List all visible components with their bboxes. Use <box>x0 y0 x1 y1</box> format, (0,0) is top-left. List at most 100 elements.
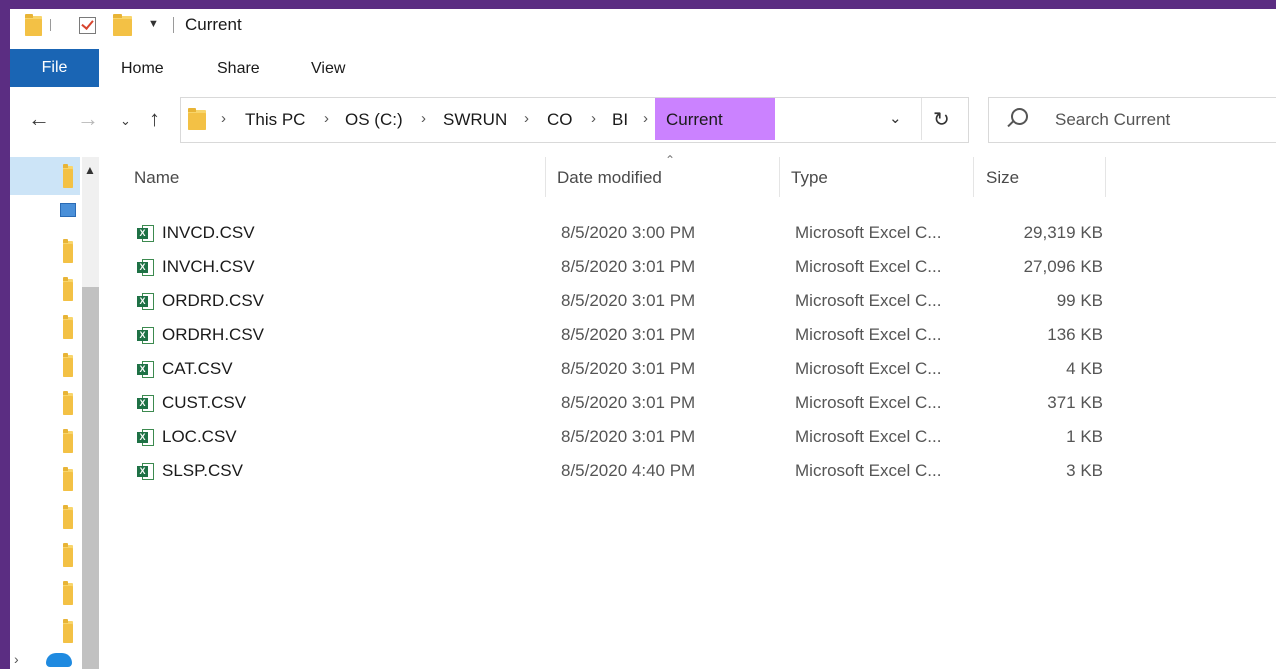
file-date-modified: 8/5/2020 3:01 PM <box>561 427 696 446</box>
arrow-right-icon[interactable]: → <box>77 107 99 131</box>
column-header-date[interactable]: Date modified <box>546 157 779 201</box>
file-name: INVCH.CSV <box>162 257 255 276</box>
quick-access-dropdown-icon[interactable]: ▼ <box>148 18 159 30</box>
folder-icon[interactable] <box>63 543 73 567</box>
new-folder-icon[interactable] <box>113 14 132 36</box>
nav-scrollbar-thumb[interactable] <box>82 287 99 669</box>
folder-icon[interactable] <box>63 277 73 301</box>
arrow-up-icon[interactable]: ↑ <box>149 107 160 131</box>
folder-icon[interactable] <box>63 315 73 339</box>
tab-share[interactable]: Share <box>217 49 260 87</box>
excel-csv-icon: X <box>137 361 154 378</box>
file-date-modified: 8/5/2020 3:00 PM <box>561 223 696 242</box>
file-type: Microsoft Excel C... <box>795 393 942 412</box>
breadcrumb-this-pc[interactable]: This PC <box>245 110 305 130</box>
chevron-right-icon[interactable]: › <box>421 110 426 127</box>
onedrive-cloud-icon[interactable] <box>46 653 72 667</box>
file-row[interactable]: X SLSP.CSV 8/5/2020 4:40 PM Microsoft Excel… <box>105 455 1103 489</box>
excel-csv-icon: X <box>137 259 154 276</box>
file-list: Name ⌃ Date modified Type Size X INVCD.CS… <box>105 153 1276 669</box>
tab-home[interactable]: Home <box>121 49 164 87</box>
file-type: Microsoft Excel C... <box>795 223 942 242</box>
folder-icon[interactable] <box>63 429 73 453</box>
column-date-label: Date modified <box>557 168 662 187</box>
address-divider <box>921 98 922 140</box>
file-date-modified: 8/5/2020 3:01 PM <box>561 257 696 276</box>
address-bar[interactable]: › This PC › OS (C:) › SWRUN › CO › BI › … <box>180 97 969 143</box>
tab-view[interactable]: View <box>311 49 345 87</box>
breadcrumb-swrun[interactable]: SWRUN <box>443 110 507 130</box>
breadcrumb-co[interactable]: CO <box>547 110 573 130</box>
tab-file[interactable]: File <box>10 49 99 87</box>
navigation-row: ← → ⌄ ↑ › This PC › OS (C:) › SWRUN › CO… <box>10 97 1276 145</box>
breadcrumb-bi[interactable]: BI <box>612 110 628 130</box>
chevron-down-icon[interactable]: ⌄ <box>120 109 131 133</box>
folder-icon[interactable] <box>63 505 73 529</box>
column-header-name[interactable]: Name <box>105 157 545 201</box>
file-row[interactable]: X ORDRD.CSV 8/5/2020 3:01 PM Microsoft Exce… <box>105 285 1103 319</box>
folder-icon[interactable] <box>63 467 73 491</box>
chevron-right-icon[interactable]: › <box>221 110 226 127</box>
excel-csv-icon: X <box>137 225 154 242</box>
computer-icon[interactable] <box>60 203 76 217</box>
refresh-icon[interactable]: ↻ <box>933 107 950 132</box>
title-bar: ▼ Current <box>10 9 1276 41</box>
file-date-modified: 8/5/2020 4:40 PM <box>561 461 696 480</box>
file-date-modified: 8/5/2020 3:01 PM <box>561 359 696 378</box>
excel-csv-icon: X <box>137 429 154 446</box>
folder-icon <box>25 14 42 36</box>
file-type: Microsoft Excel C... <box>795 257 942 276</box>
column-header-type[interactable]: Type <box>780 157 973 201</box>
scroll-up-arrow-icon[interactable]: ▲ <box>84 163 96 177</box>
file-row[interactable]: X CAT.CSV 8/5/2020 3:01 PM Microsoft Excel … <box>105 353 1103 387</box>
file-row[interactable]: X INVCD.CSV 8/5/2020 3:00 PM Microsoft Exce… <box>105 217 1103 251</box>
file-type: Microsoft Excel C... <box>795 359 942 378</box>
file-row[interactable]: X CUST.CSV 8/5/2020 3:01 PM Microsoft Excel… <box>105 387 1103 421</box>
folder-icon[interactable] <box>63 619 73 643</box>
chevron-right-icon[interactable]: › <box>324 110 329 127</box>
file-row[interactable]: X INVCH.CSV 8/5/2020 3:01 PM Microsoft Exce… <box>105 251 1103 285</box>
excel-csv-icon: X <box>137 395 154 412</box>
file-name: CUST.CSV <box>162 393 247 412</box>
expand-chevron-icon[interactable]: › <box>14 651 19 667</box>
file-name: ORDRD.CSV <box>162 291 265 310</box>
file-name: LOC.CSV <box>162 427 237 446</box>
file-size: 27,096 KB <box>1023 257 1103 276</box>
arrow-left-icon[interactable]: ← <box>28 107 50 131</box>
window-title: Current <box>185 15 242 34</box>
explorer-window: ▼ Current File Home Share View ← → ⌄ ↑ ›… <box>10 9 1276 669</box>
column-name-label: Name <box>134 168 180 187</box>
navigation-pane[interactable]: ▲ › <box>10 157 99 669</box>
folder-icon <box>188 108 206 130</box>
breadcrumb-current[interactable]: Current <box>666 110 723 130</box>
folder-icon[interactable] <box>63 164 73 188</box>
file-name: SLSP.CSV <box>162 461 243 480</box>
search-placeholder: Search Current <box>1055 110 1171 129</box>
folder-icon[interactable] <box>63 353 73 377</box>
chevron-right-icon[interactable]: › <box>591 110 596 127</box>
file-size: 1 KB <box>1066 427 1103 446</box>
file-date-modified: 8/5/2020 3:01 PM <box>561 393 696 412</box>
column-divider[interactable] <box>1105 157 1106 197</box>
file-name: INVCD.CSV <box>162 223 255 242</box>
file-date-modified: 8/5/2020 3:01 PM <box>561 325 696 344</box>
chevron-right-icon[interactable]: › <box>643 110 648 127</box>
column-header-size[interactable]: Size <box>974 157 1105 201</box>
titlebar-divider <box>50 19 51 31</box>
excel-csv-icon: X <box>137 293 154 310</box>
folder-icon[interactable] <box>63 581 73 605</box>
excel-csv-icon: X <box>137 463 154 480</box>
folder-icon[interactable] <box>63 239 73 263</box>
address-dropdown-icon[interactable]: ⌄ <box>889 109 902 127</box>
file-size: 29,319 KB <box>1023 223 1103 242</box>
file-size: 136 KB <box>1047 325 1103 344</box>
file-date-modified: 8/5/2020 3:01 PM <box>561 291 696 310</box>
file-row[interactable]: X LOC.CSV 8/5/2020 3:01 PM Microsoft Excel … <box>105 421 1103 455</box>
properties-check-icon[interactable] <box>79 17 96 34</box>
search-icon <box>1011 108 1028 125</box>
chevron-right-icon[interactable]: › <box>524 110 529 127</box>
breadcrumb-os-c[interactable]: OS (C:) <box>345 110 403 130</box>
file-row[interactable]: X ORDRH.CSV 8/5/2020 3:01 PM Microsoft Exce… <box>105 319 1103 353</box>
folder-icon[interactable] <box>63 391 73 415</box>
search-box[interactable]: Search Current <box>988 97 1276 143</box>
